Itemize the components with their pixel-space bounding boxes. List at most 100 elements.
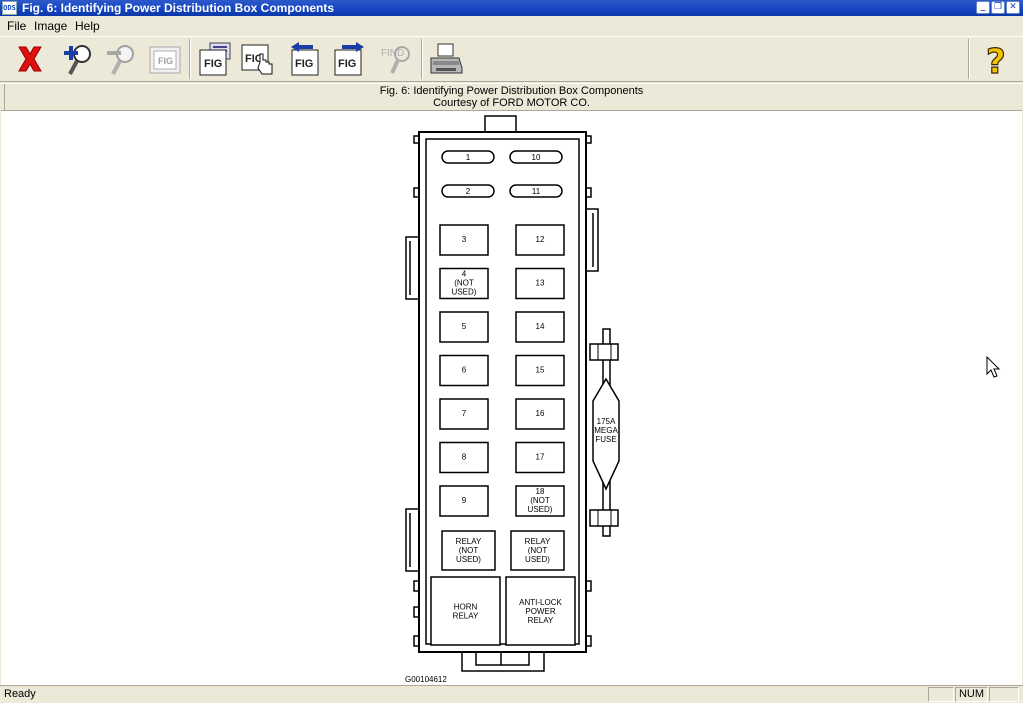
bottom-connector <box>461 652 545 672</box>
relay-slot: RELAY(NOTUSED) <box>441 530 496 571</box>
fuse-slot-label: (NOT <box>530 496 550 505</box>
svg-text:FIND: FIND <box>381 48 404 59</box>
mouse-cursor-icon <box>986 356 1001 378</box>
status-num-indicator: NUM <box>955 687 988 702</box>
fuse-slot: 8 <box>439 441 489 474</box>
mini-fuse-label: 10 <box>532 153 541 162</box>
left-latch <box>405 236 419 300</box>
printer-icon <box>430 43 463 74</box>
fuse-slot: 6 <box>439 354 489 387</box>
box-outer-shell <box>418 131 587 653</box>
fuse-slot-label: 15 <box>536 366 545 375</box>
svg-text:FIG: FIG <box>295 58 313 70</box>
mega-fuse-label-2: MEGA <box>594 426 618 435</box>
toolbar-separator <box>421 39 423 79</box>
relay-slot-label: USED) <box>525 555 550 564</box>
right-latch <box>586 208 599 272</box>
fuse-slot-label: 13 <box>536 279 545 288</box>
mini-fuse: 10 <box>509 150 563 164</box>
svg-text:FIG: FIG <box>158 56 173 66</box>
find-button[interactable]: FIND <box>378 40 416 78</box>
large-relay-label: RELAY <box>528 616 554 625</box>
fuse-slot-label: USED) <box>452 288 477 297</box>
window-title: Fig. 6: Identifying Power Distribution B… <box>22 1 334 15</box>
large-relay-slot: HORNRELAY <box>430 576 501 646</box>
relay-slot-label: RELAY <box>456 537 482 546</box>
fuse-slot: 9 <box>439 485 489 517</box>
fig-fit-icon: FIG <box>149 46 181 74</box>
mega-fuse: 175A MEGA FUSE <box>589 328 620 537</box>
fig-list-icon: FIG <box>199 42 231 76</box>
fuse-slot-label: 17 <box>536 453 545 462</box>
mini-fuse: 2 <box>441 184 495 198</box>
relay-slot-label: (NOT <box>528 546 548 555</box>
toolbar: FIG FIG FIG FIG FIG FIND ? <box>0 36 1023 83</box>
zoom-in-icon <box>64 45 91 75</box>
fuse-slot: 3 <box>439 224 489 256</box>
fuse-slot-label: 3 <box>462 235 467 244</box>
mini-fuse-label: 1 <box>466 153 471 162</box>
fuse-slot-label: 4 <box>462 270 467 279</box>
power-distribution-box-diagram: 175A MEGA FUSE G00104612 1 102 113 124(NOTU… <box>405 115 620 684</box>
help-button[interactable]: ? <box>978 40 1016 82</box>
relay-slot-label: USED) <box>456 555 481 564</box>
menu-help[interactable]: Help <box>75 19 100 33</box>
print-button[interactable] <box>427 40 465 78</box>
fuse-slot-label: USED) <box>528 505 553 514</box>
mini-fuse-label: 2 <box>466 187 471 196</box>
menu-file[interactable]: File <box>7 19 26 33</box>
fuse-slot: 17 <box>515 441 565 474</box>
mini-fuse-label: 11 <box>532 187 541 196</box>
fuse-slot: 16 <box>515 398 565 430</box>
fuse-slot-label: 6 <box>462 366 467 375</box>
figure-list-button[interactable]: FIG <box>196 40 234 78</box>
fuse-slot: 18(NOTUSED) <box>515 485 565 517</box>
box-top-tab <box>484 115 517 133</box>
close-window-button[interactable]: ✕ <box>1006 1 1020 14</box>
image-canvas[interactable]: 175A MEGA FUSE G00104612 1 10 2 11 3 12 4 (NOT U… <box>1 110 1022 685</box>
menu-image[interactable]: Image <box>34 19 67 33</box>
title-bar[interactable]: ODS Fig. 6: Identifying Power Distributi… <box>0 0 1023 16</box>
zoom-out-button[interactable] <box>104 40 142 78</box>
fig-prev-icon: FIG <box>291 42 319 76</box>
fuse-slot-label: 12 <box>536 235 545 244</box>
fig-hand-icon: FIG <box>241 44 273 75</box>
caption-courtesy: Courtesy of FORD MOTOR CO. <box>433 97 590 109</box>
fuse-slot: 5 <box>439 311 489 343</box>
minimize-button[interactable]: _ <box>976 1 990 14</box>
previous-figure-button[interactable]: FIG <box>287 40 325 78</box>
fuse-slot: 4(NOTUSED) <box>439 267 489 300</box>
status-text: Ready <box>4 688 36 700</box>
zoom-out-icon <box>107 45 134 75</box>
next-figure-button[interactable]: FIG <box>330 40 368 78</box>
fit-figure-button[interactable]: FIG <box>146 40 184 78</box>
fuse-slot: 13 <box>515 267 565 300</box>
relay-slot-label: (NOT <box>459 546 479 555</box>
question-icon: ? <box>985 41 1006 82</box>
fuse-slot: 15 <box>515 354 565 387</box>
fuse-slot-label: 8 <box>462 453 467 462</box>
application-window: ODS Fig. 6: Identifying Power Distributi… <box>0 0 1023 703</box>
restore-button[interactable]: ❐ <box>991 1 1005 14</box>
mega-fuse-label-1: 175A <box>597 417 616 426</box>
mega-fuse-label-3: FUSE <box>595 435 616 444</box>
find-icon: FIND <box>381 46 410 74</box>
fuse-slot: 7 <box>439 398 489 430</box>
toolbar-separator <box>968 39 970 79</box>
figure-id: G00104612 <box>405 675 447 684</box>
close-image-button[interactable] <box>11 40 49 78</box>
large-relay-label: RELAY <box>453 612 479 621</box>
fuse-slot-label: 16 <box>536 409 545 418</box>
fuse-slot-label: (NOT <box>454 279 474 288</box>
large-relay-label: ANTI-LOCK <box>519 598 562 607</box>
figure-caption: Fig. 6: Identifying Power Distribution B… <box>0 83 1023 110</box>
zoom-in-button[interactable] <box>61 40 99 78</box>
mini-fuse: 1 <box>441 150 495 164</box>
svg-text:?: ? <box>986 42 1006 78</box>
figure-select-button[interactable]: FIG <box>238 40 276 78</box>
left-latch <box>405 508 419 572</box>
svg-text:FIG: FIG <box>204 58 222 70</box>
fuse-slot-label: 9 <box>462 496 467 505</box>
relay-slot-label: RELAY <box>525 537 551 546</box>
mini-fuse: 11 <box>509 184 563 198</box>
